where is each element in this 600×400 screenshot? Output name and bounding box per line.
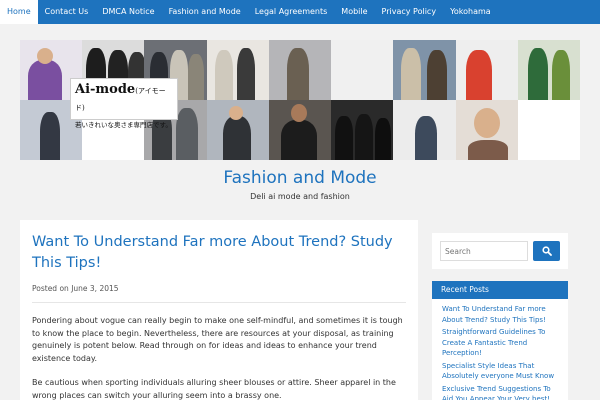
nav-item-dmca-notice[interactable]: DMCA Notice: [95, 0, 161, 24]
banner-photo: [268, 40, 332, 100]
post-meta: Posted on June 3, 2015: [32, 284, 406, 303]
nav-item-mobile[interactable]: Mobile: [334, 0, 374, 24]
recent-post-link[interactable]: Specialist Style Ideas That Absolutely e…: [442, 361, 558, 382]
banner-photo: [206, 100, 269, 160]
post-article: Want To Understand Far more About Trend?…: [20, 220, 418, 400]
banner-photo: [206, 40, 269, 100]
nav-item-legal-agreements[interactable]: Legal Agreements: [248, 0, 335, 24]
recent-post-link[interactable]: Want To Understand Far more About Trend?…: [442, 304, 558, 325]
recent-posts-title: Recent Posts: [432, 281, 568, 299]
nav-item-privacy-policy[interactable]: Privacy Policy: [375, 0, 444, 24]
nav-item-home[interactable]: Home: [0, 0, 38, 24]
search-widget: [432, 233, 568, 269]
recent-posts-list: Want To Understand Far more About Trend?…: [432, 299, 568, 400]
site-title[interactable]: Fashion and Mode: [0, 168, 600, 188]
site-description: Deli ai mode and fashion: [250, 192, 350, 201]
search-icon: [541, 246, 552, 256]
logo-wordmark: Ai-mode(アイモード): [75, 82, 166, 112]
banner-photo: [455, 100, 518, 160]
banner-photo: [393, 40, 456, 100]
banner-photo: [393, 100, 456, 160]
post-title[interactable]: Want To Understand Far more About Trend?…: [32, 232, 406, 274]
post-meta-prefix: Posted on: [32, 284, 69, 293]
post-paragraph: Be cautious when sporting individuals al…: [32, 378, 396, 400]
logo-tagline: 若いきれいな奥さま専門店です。: [75, 121, 172, 129]
nav-item-contact-us[interactable]: Contact Us: [38, 0, 96, 24]
post-date[interactable]: June 3, 2015: [71, 284, 118, 293]
recent-posts-widget: Recent Posts Want To Understand Far more…: [432, 281, 568, 400]
search-input[interactable]: [440, 241, 528, 261]
recent-post-link[interactable]: Straightforward Guidelines To Create A F…: [442, 327, 558, 359]
banner-photo: [517, 40, 580, 100]
top-navigation: Home Contact Us DMCA Notice Fashion and …: [0, 0, 600, 24]
banner-photo: [331, 100, 394, 160]
post-paragraph: Pondering about vogue can really begin t…: [32, 316, 403, 363]
banner-photo: [331, 40, 394, 100]
nav-item-fashion-and-mode[interactable]: Fashion and Mode: [162, 0, 248, 24]
recent-post-link[interactable]: Exclusive Trend Suggestions To Aid You A…: [442, 384, 558, 400]
banner-photo: [455, 40, 518, 100]
search-button[interactable]: [533, 241, 560, 261]
banner-photo: [517, 100, 580, 160]
banner-photo: [268, 100, 332, 160]
nav-item-yokohama[interactable]: Yokohama: [443, 0, 498, 24]
site-logo[interactable]: Ai-mode(アイモード) 若いきれいな奥さま専門店です。: [70, 78, 178, 129]
